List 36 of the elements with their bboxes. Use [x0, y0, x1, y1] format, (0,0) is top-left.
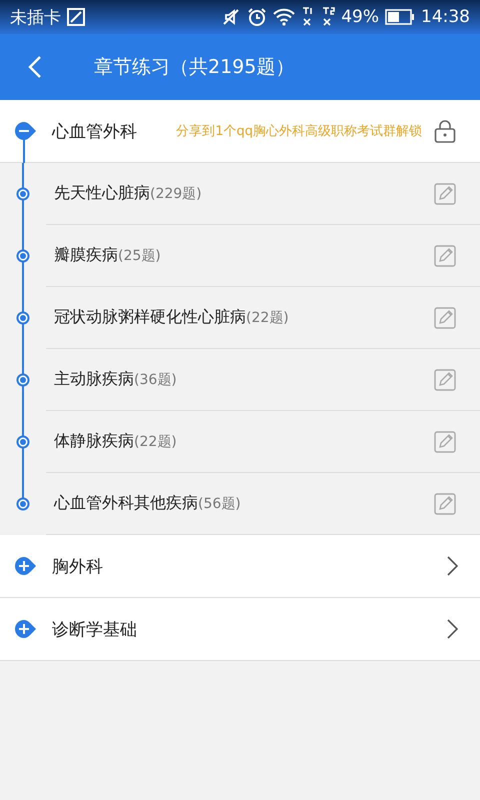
timeline-dot-icon: [16, 373, 30, 387]
clock-time: 14:38: [421, 7, 470, 27]
no-signal-icon: [321, 6, 336, 28]
carrier-text: 未插卡: [10, 6, 61, 28]
expand-icon[interactable]: [14, 619, 38, 639]
chapter-item[interactable]: 体静脉疾病(22题): [54, 431, 177, 452]
chapter-item[interactable]: 瓣膜疾病(25题): [54, 245, 161, 266]
chevron-right-icon[interactable]: [446, 618, 458, 640]
wifi-icon: [273, 8, 296, 26]
expand-icon[interactable]: [14, 556, 38, 576]
timeline-dot-icon: [16, 435, 30, 449]
timeline-dot-icon: [16, 497, 30, 511]
timeline-dot-icon: [16, 311, 30, 325]
section-title: 诊断学基础: [52, 618, 137, 640]
page-title: 章节练习（共2195题）: [94, 55, 294, 80]
section-title: 心血管外科: [52, 120, 137, 142]
battery-percent: 49%: [341, 7, 379, 27]
battery-icon: [385, 9, 415, 25]
chapter-item[interactable]: 先天性心脏病(229题): [54, 183, 202, 204]
collapse-icon[interactable]: [14, 121, 38, 141]
timeline-dot-icon: [16, 187, 30, 201]
chevron-left-icon[interactable]: [28, 55, 42, 79]
timeline-dot-icon: [16, 249, 30, 263]
section-row[interactable]: 心血管外科 分享到1个qq胸心外科高级职称考试群解锁: [0, 100, 480, 163]
image-icon: [67, 8, 85, 26]
lock-icon[interactable]: [434, 119, 456, 143]
mute-icon: [221, 7, 242, 27]
chapter-item[interactable]: 冠状动脉粥样硬化性心脏病(22题): [54, 307, 289, 328]
section-row[interactable]: 诊断学基础: [0, 598, 480, 661]
section-title: 胸外科: [52, 556, 103, 578]
chapter-item[interactable]: 心血管外科其他疾病(56题): [54, 493, 241, 514]
section-row[interactable]: 胸外科: [0, 535, 480, 598]
unlock-hint: 分享到1个qq胸心外科高级职称考试群解锁: [176, 123, 422, 140]
alarm-icon: [247, 7, 268, 27]
chevron-right-icon[interactable]: [446, 555, 458, 577]
chapter-item[interactable]: 主动脉疾病(36题): [54, 369, 177, 390]
